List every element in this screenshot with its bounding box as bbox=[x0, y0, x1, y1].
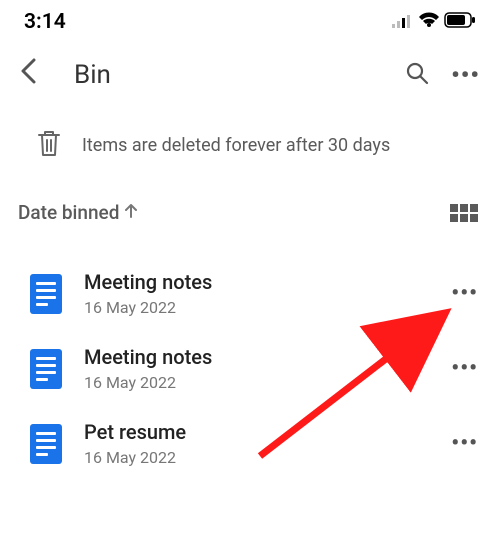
banner-text: Items are deleted forever after 30 days bbox=[82, 135, 390, 156]
status-icons bbox=[392, 10, 476, 34]
doc-icon bbox=[30, 424, 62, 464]
signal-icon bbox=[392, 10, 414, 34]
file-more-icon[interactable]: ••• bbox=[451, 431, 478, 456]
arrow-up-icon bbox=[123, 201, 139, 224]
file-row[interactable]: Meeting notes 16 May 2022 ••• bbox=[0, 256, 500, 331]
file-date: 16 May 2022 bbox=[84, 298, 429, 317]
file-row[interactable]: Pet resume 16 May 2022 ••• bbox=[0, 406, 500, 481]
sort-label: Date binned bbox=[18, 201, 119, 224]
sort-row: Date binned bbox=[0, 171, 500, 230]
file-date: 16 May 2022 bbox=[84, 448, 429, 467]
info-banner: Items are deleted forever after 30 days bbox=[0, 101, 500, 171]
page-title: Bin bbox=[56, 60, 385, 90]
file-name: Pet resume bbox=[84, 420, 429, 444]
status-bar: 3:14 bbox=[0, 0, 500, 40]
search-icon[interactable] bbox=[405, 61, 429, 89]
file-more-icon[interactable]: ••• bbox=[451, 356, 478, 381]
back-icon[interactable] bbox=[20, 58, 36, 91]
status-time: 3:14 bbox=[24, 10, 66, 34]
wifi-icon bbox=[418, 10, 440, 34]
sort-control[interactable]: Date binned bbox=[18, 201, 139, 224]
file-date: 16 May 2022 bbox=[84, 373, 429, 392]
file-row[interactable]: Meeting notes 16 May 2022 ••• bbox=[0, 331, 500, 406]
file-name: Meeting notes bbox=[84, 345, 429, 369]
file-name: Meeting notes bbox=[84, 270, 429, 294]
nav-bar: Bin ••• bbox=[0, 40, 500, 101]
trash-icon bbox=[36, 129, 62, 161]
battery-icon bbox=[444, 10, 476, 34]
doc-icon bbox=[30, 274, 62, 314]
grid-view-icon[interactable] bbox=[450, 204, 478, 222]
file-more-icon[interactable]: ••• bbox=[451, 281, 478, 306]
doc-icon bbox=[30, 349, 62, 389]
overflow-icon[interactable]: ••• bbox=[451, 61, 480, 89]
file-list: Meeting notes 16 May 2022 ••• Meeting no… bbox=[0, 230, 500, 481]
